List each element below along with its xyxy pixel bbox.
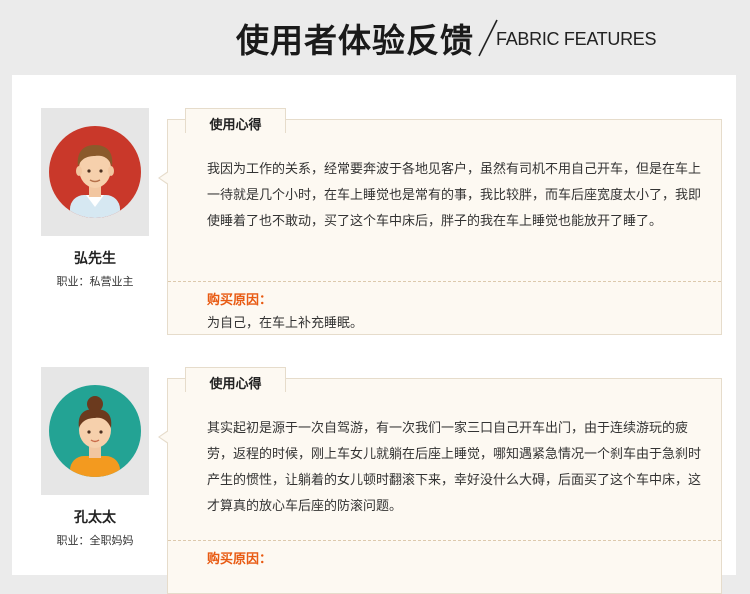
user-occupation: 职业：全职妈妈 (56, 534, 134, 547)
purchase-reason-label: 购买原因： (207, 293, 273, 308)
page-subtitle: FABRIC FEATURES (496, 29, 657, 49)
man-avatar-icon (49, 126, 141, 218)
feedback-text: 其实起初是源于一次自驾游，有一次我们一家三口自己开车出门，由于连续游玩的疲劳，返… (207, 421, 702, 514)
avatar (41, 108, 149, 236)
user-name: 弘先生 (74, 251, 116, 267)
purchase-reason-text: 为自己，在车上补充睡眠。 (207, 316, 364, 331)
user-name: 孔太太 (74, 510, 116, 526)
avatar (41, 367, 149, 495)
woman-avatar-icon (49, 385, 141, 477)
dashed-divider (168, 281, 721, 282)
card-pointer-icon (158, 430, 168, 444)
card-pointer-icon (158, 171, 168, 185)
feedback-text: 我因为工作的关系，经常要奔波于各地见客户，虽然有司机不用自己开车，但是在车上一待… (207, 162, 702, 229)
tab-label: 使用心得 (209, 118, 262, 133)
page-header: 使用者体验反馈 FABRIC FEATURES (0, 0, 750, 75)
page-title: 使用者体验反馈 (236, 21, 474, 60)
tab-usage-experience: 使用心得 (185, 367, 286, 395)
tab-usage-experience: 使用心得 (185, 108, 286, 136)
tab-label: 使用心得 (209, 377, 262, 392)
purchase-reason-label: 购买原因： (207, 552, 273, 567)
user-occupation: 职业：私营业主 (56, 275, 134, 288)
dashed-divider (168, 540, 721, 541)
